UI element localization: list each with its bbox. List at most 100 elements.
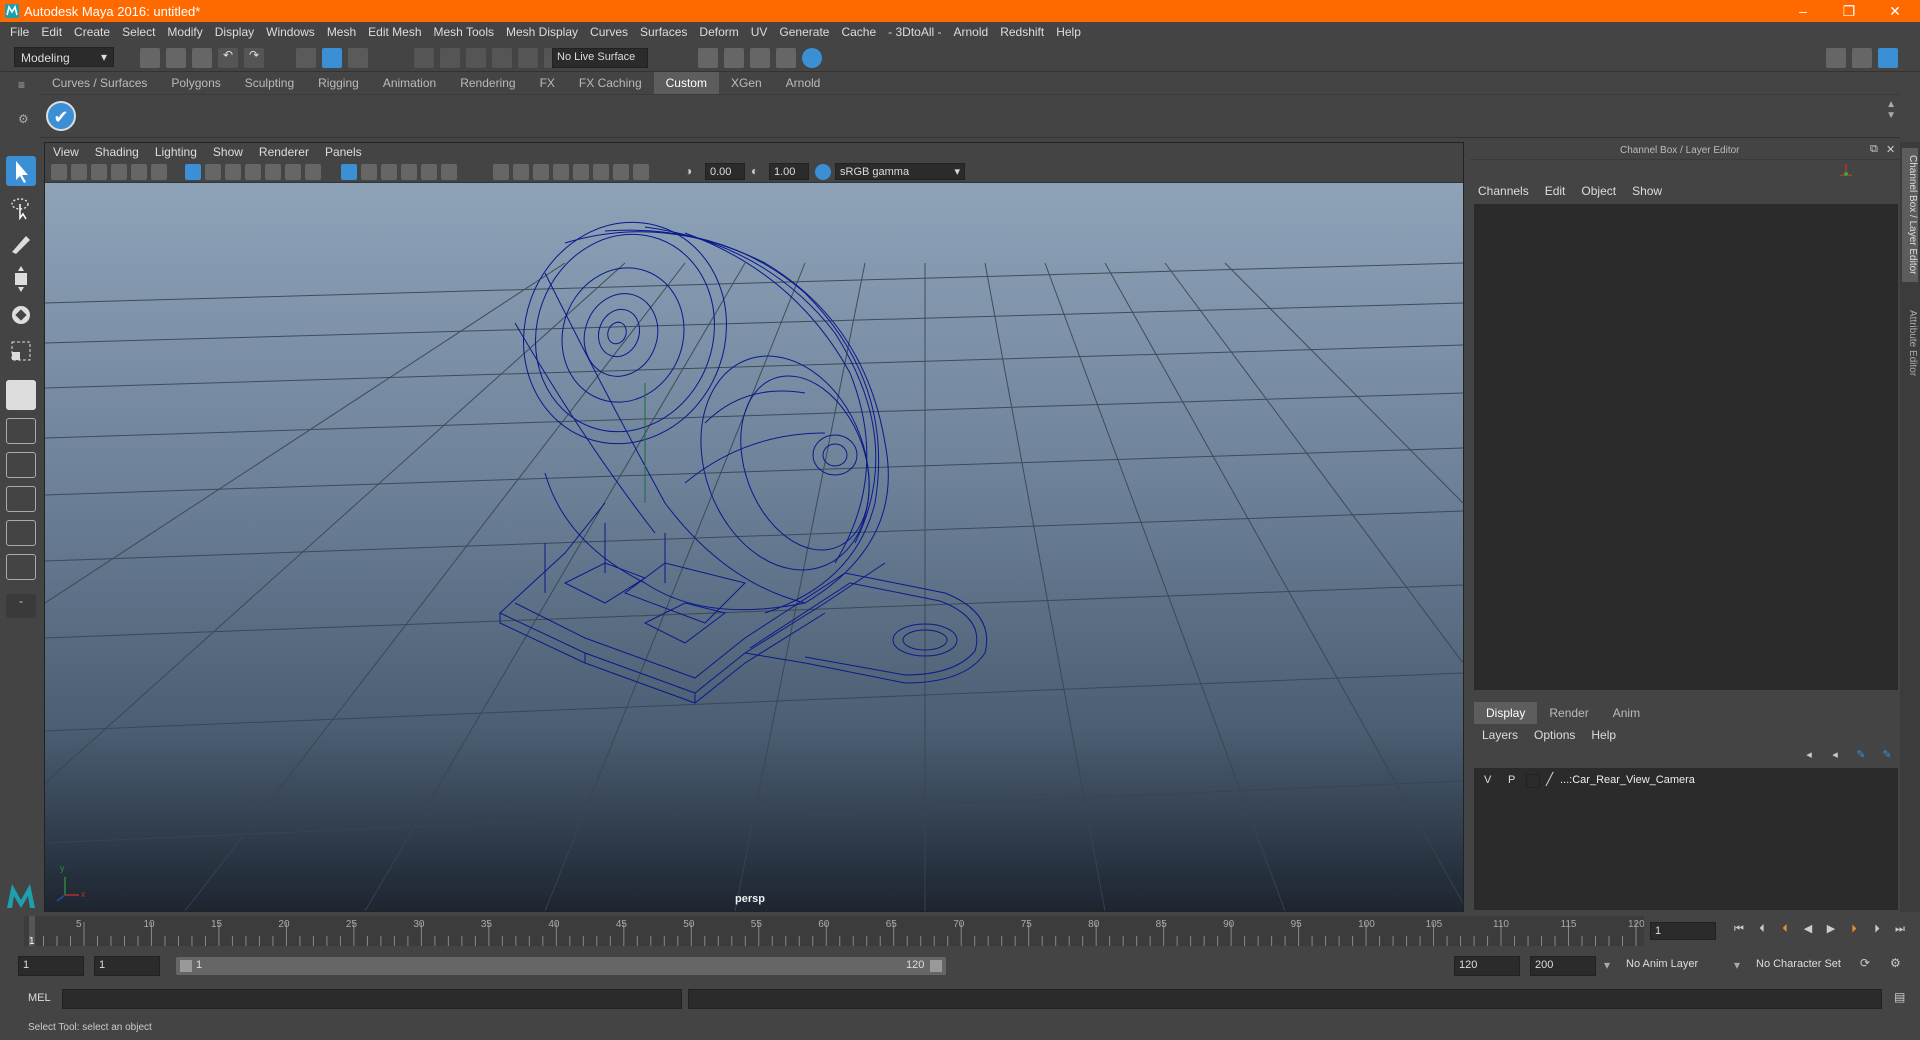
step-back-icon[interactable]: ⏴ [1753, 920, 1771, 938]
layer-tab-display[interactable]: Display [1474, 702, 1538, 724]
animation-start-field[interactable]: 1 [18, 956, 84, 976]
channel-menu-object[interactable]: Object [1573, 182, 1624, 202]
select-tool-icon[interactable] [6, 156, 36, 186]
outliner-persp-graph-layout-icon[interactable] [6, 554, 36, 580]
layer-playback-toggle[interactable]: P [1508, 774, 1515, 786]
viewport-menu-view[interactable]: View [45, 143, 87, 161]
go-to-start-icon[interactable]: ⏮ [1730, 920, 1748, 938]
layer-menu-layers[interactable]: Layers [1474, 726, 1526, 744]
new-scene-icon[interactable] [140, 48, 160, 68]
safe-action-icon[interactable] [285, 164, 301, 180]
command-language-label[interactable]: MEL [28, 992, 51, 1004]
four-view-layout-icon[interactable] [6, 418, 36, 444]
axis-manipulator-icon[interactable] [1838, 162, 1854, 178]
perspective-viewport[interactable]: y x persp [45, 183, 1463, 911]
grease-pencil-icon[interactable] [151, 164, 167, 180]
shelf-tab-sculpting[interactable]: Sculpting [233, 72, 306, 94]
gamma-icon[interactable]: ◐ [751, 164, 767, 180]
layer-menu-help[interactable]: Help [1583, 726, 1624, 744]
shelf-tab-curves-surfaces[interactable]: Curves / Surfaces [40, 72, 159, 94]
character-set-dropdown[interactable]: No Character Set [1752, 956, 1876, 976]
viewport-menu-lighting[interactable]: Lighting [147, 143, 205, 161]
layer-name[interactable]: ...:Car_Rear_View_Camera [1560, 774, 1695, 786]
menu-mesh[interactable]: Mesh [321, 25, 362, 39]
snap-curve-icon[interactable] [440, 48, 460, 68]
menu-curves[interactable]: Curves [584, 25, 634, 39]
layer-menu-options[interactable]: Options [1526, 726, 1583, 744]
smooth-shade-icon[interactable] [361, 164, 377, 180]
move-layer-down-icon[interactable]: ◂ [1826, 746, 1844, 764]
camera-select-icon[interactable] [51, 164, 67, 180]
step-forward-key-icon[interactable]: ⏵ [1845, 920, 1863, 938]
channel-box-side-tab[interactable]: Channel Box / Layer Editor [1902, 148, 1918, 282]
paint-select-tool-icon[interactable] [6, 228, 36, 258]
menu-surfaces[interactable]: Surfaces [634, 25, 693, 39]
field-chart-icon[interactable] [265, 164, 281, 180]
viewport-menu-panels[interactable]: Panels [317, 143, 370, 161]
viewport-menu-renderer[interactable]: Renderer [251, 143, 317, 161]
shelf-tab-fx[interactable]: FX [528, 72, 567, 94]
custom-layout-icon[interactable]: - [6, 594, 36, 618]
snap-point-icon[interactable] [466, 48, 486, 68]
snap-grid-icon[interactable] [414, 48, 434, 68]
anim-layer-dropdown[interactable]: No Anim Layer [1622, 956, 1740, 976]
menu-mesh-tools[interactable]: Mesh Tools [428, 25, 500, 39]
step-back-key-icon[interactable]: ⏴ [1776, 920, 1794, 938]
close-panel-icon[interactable]: ✕ [1886, 143, 1895, 156]
time-slider[interactable]: 1 5 10 15 20 25 30 35 40 45 50 55 60 65 70 75 80 85 90 95 10… [24, 916, 1645, 947]
wireframe-icon[interactable] [341, 164, 357, 180]
live-surface-field[interactable]: No Live Surface [552, 48, 648, 68]
colorspace-dropdown[interactable]: sRGB gamma ▾ [835, 163, 965, 180]
lasso-tool-icon[interactable] [6, 192, 36, 222]
wireframe-on-shaded-icon[interactable] [381, 164, 397, 180]
menu-cache[interactable]: Cache [835, 25, 882, 39]
menu-display[interactable]: Display [209, 25, 260, 39]
image-plane-icon[interactable] [111, 164, 127, 180]
shelf-tab-fx-caching[interactable]: FX Caching [567, 72, 654, 94]
grid-toggle-icon[interactable] [185, 164, 201, 180]
play-forwards-icon[interactable]: ▶ [1822, 920, 1840, 938]
shelf-tab-rendering[interactable]: Rendering [448, 72, 527, 94]
film-gate-icon[interactable] [205, 164, 221, 180]
menu-uv[interactable]: UV [745, 25, 774, 39]
viewport-menu-show[interactable]: Show [205, 143, 251, 161]
x-ray-joints-icon[interactable] [613, 164, 629, 180]
menu-file[interactable]: File [4, 25, 35, 39]
layer-tab-anim[interactable]: Anim [1601, 702, 1652, 724]
channel-menu-edit[interactable]: Edit [1537, 182, 1574, 202]
modeling-toolkit-icon[interactable] [1826, 48, 1846, 68]
menu-redshift[interactable]: Redshift [994, 25, 1050, 39]
command-input[interactable] [62, 989, 682, 1009]
viewport-menu-shading[interactable]: Shading [87, 143, 147, 161]
select-component-icon[interactable] [348, 48, 368, 68]
save-scene-icon[interactable] [192, 48, 212, 68]
exposure-field[interactable]: 0.00 [705, 163, 745, 180]
mode-dropdown[interactable]: Modeling ▾ [14, 47, 114, 67]
range-end-handle[interactable] [930, 960, 942, 972]
menu-generate[interactable]: Generate [773, 25, 835, 39]
attribute-editor-toggle-icon[interactable] [1852, 48, 1872, 68]
shelf-settings-icon[interactable]: ⚙ [18, 112, 29, 126]
chevron-down-icon[interactable]: ▾ [1604, 958, 1610, 972]
snap-view-plane-icon[interactable] [492, 48, 512, 68]
exposure-icon[interactable]: ◑ [685, 164, 701, 180]
ipr-render-icon[interactable] [750, 48, 770, 68]
restore-button[interactable]: ❐ [1826, 0, 1872, 22]
menu-mesh-display[interactable]: Mesh Display [500, 25, 584, 39]
shelf-menu-icon[interactable]: ≡ [18, 78, 25, 92]
move-layer-up-icon[interactable]: ◂ [1800, 746, 1818, 764]
safe-title-icon[interactable] [305, 164, 321, 180]
hypershade-icon[interactable] [802, 48, 822, 68]
x-ray-components-icon[interactable] [633, 164, 649, 180]
menu-windows[interactable]: Windows [260, 25, 321, 39]
x-ray-icon[interactable] [593, 164, 609, 180]
depth-of-field-icon[interactable] [553, 164, 569, 180]
render-settings-icon[interactable] [776, 48, 796, 68]
redo-icon[interactable]: ↷ [244, 48, 264, 68]
render-frame-icon[interactable] [724, 48, 744, 68]
gamma-field[interactable]: 1.00 [769, 163, 809, 180]
menu-arnold[interactable]: Arnold [948, 25, 995, 39]
single-perspective-layout-icon[interactable] [6, 380, 36, 410]
ambient-occlusion-icon[interactable] [493, 164, 509, 180]
menu-modify[interactable]: Modify [161, 25, 208, 39]
